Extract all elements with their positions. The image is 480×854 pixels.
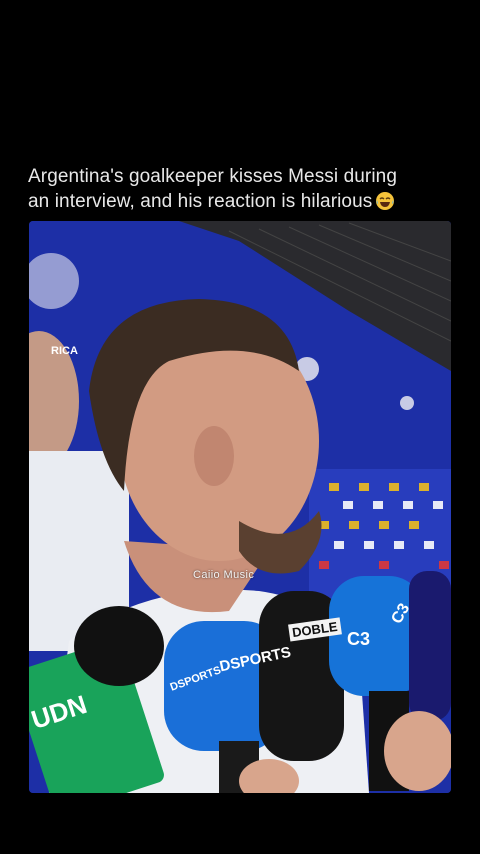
video-frame[interactable]: UDN DSPORTS DSPORTS DOBLE C3 C3 RICA Cai…: [29, 221, 451, 793]
post-caption: Argentina's goalkeeper kisses Messi duri…: [28, 164, 458, 214]
caption-line-1: Argentina's goalkeeper kisses Messi duri…: [28, 166, 398, 187]
backdrop-text: RICA: [51, 345, 78, 357]
caption-line-2-text: an interview, and his reaction is hilari…: [28, 191, 373, 212]
laughing-crying-face-icon: [376, 192, 395, 210]
watermark: Caiio Music: [193, 569, 255, 581]
video-scene: [29, 221, 451, 793]
c3-label: C3: [347, 629, 371, 649]
caption-line-2: an interview, and his reaction is hilari…: [28, 189, 458, 214]
